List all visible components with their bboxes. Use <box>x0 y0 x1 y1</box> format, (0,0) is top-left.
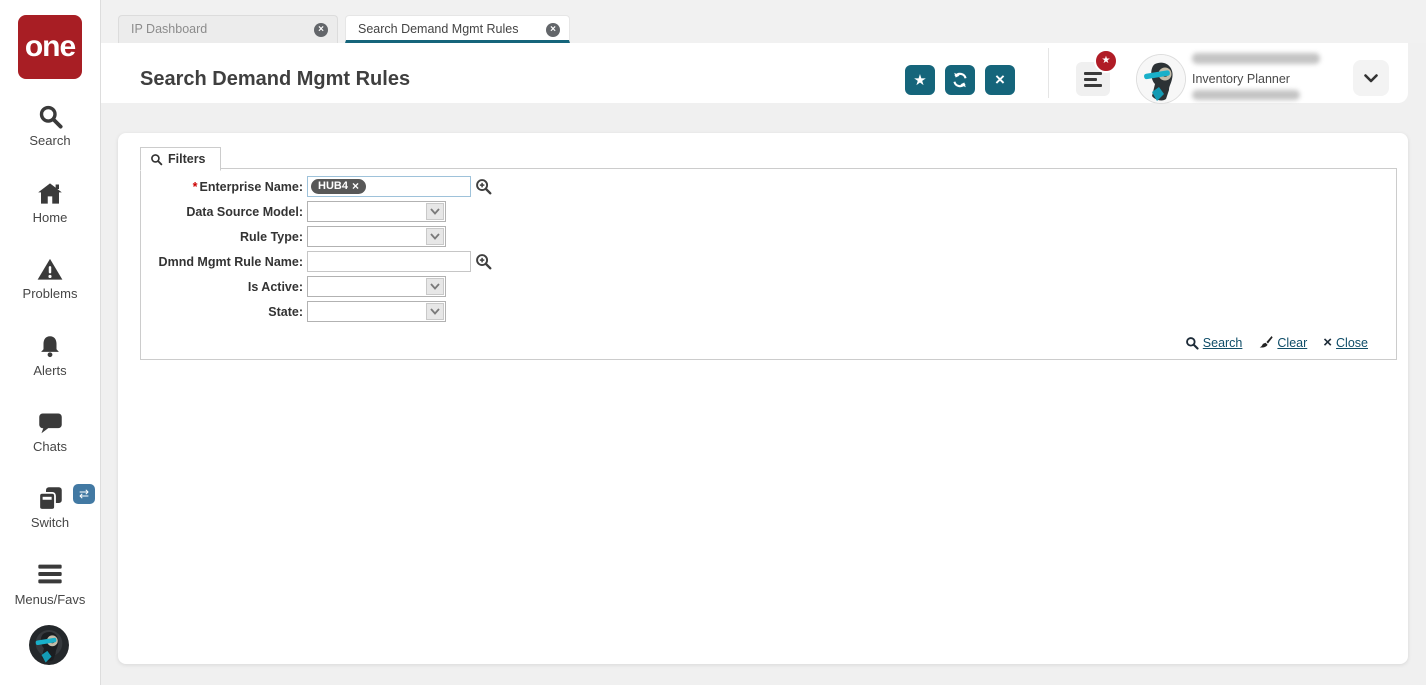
page-title: Search Demand Mgmt Rules <box>140 68 411 90</box>
field-label: Data Source Model: <box>141 205 303 219</box>
favorite-star-badge[interactable]: ★ <box>1094 49 1118 73</box>
sidebar-item-switch[interactable]: Switch ⇄ <box>0 484 100 530</box>
clear-link-label: Clear <box>1277 335 1308 350</box>
sidebar-item-problems[interactable]: Problems <box>0 256 100 301</box>
data-source-model-select[interactable] <box>307 201 446 222</box>
user-name-redacted <box>1192 53 1320 64</box>
field-label-text: Enterprise Name: <box>199 179 303 194</box>
rule-name-lookup-icon[interactable] <box>475 253 492 270</box>
header-divider <box>1048 48 1049 98</box>
field-label: Dmnd Mgmt Rule Name: <box>141 255 303 269</box>
chevron-down-icon <box>426 303 444 320</box>
close-link-label: Close <box>1336 335 1368 350</box>
sidebar-item-label: Problems <box>22 286 78 301</box>
filters-fieldset: * Enterprise Name: HUB4 × Data Source Mod… <box>140 168 1397 360</box>
close-link[interactable]: × Close <box>1323 334 1368 351</box>
sidebar-item-label: Chats <box>33 439 67 454</box>
home-icon <box>0 180 100 208</box>
state-select[interactable] <box>307 301 446 322</box>
filter-row-state: State: <box>141 301 1396 322</box>
filter-actions: Search Clear × Close <box>1185 334 1368 351</box>
required-marker: * <box>192 179 198 194</box>
filters-tab[interactable]: Filters <box>140 147 221 171</box>
bell-icon <box>0 333 100 361</box>
filter-row-is-active: Is Active: <box>141 276 1396 297</box>
rule-type-select[interactable] <box>307 226 446 247</box>
dmnd-mgmt-rule-name-input[interactable] <box>307 251 471 272</box>
sidebar-item-label: Switch <box>30 515 70 530</box>
tab-close-icon[interactable]: × <box>546 23 560 37</box>
field-label-text: Data Source Model: <box>186 204 303 219</box>
search-icon <box>0 103 100 131</box>
sidebar-bottom-avatar[interactable] <box>29 625 69 665</box>
hamburger-menu-icon <box>0 562 100 590</box>
sidebar-item-label: Menus/Favs <box>14 592 86 607</box>
page-header: Search Demand Mgmt Rules ★ × ★ Inventory… <box>100 43 1408 103</box>
field-label-text: Dmnd Mgmt Rule Name: <box>158 254 303 269</box>
workspace-tab-bar: IP Dashboard × Search Demand Mgmt Rules … <box>100 0 1426 43</box>
tab-label: IP Dashboard <box>131 22 208 36</box>
close-icon: × <box>1323 334 1333 351</box>
user-org-redacted <box>1192 90 1300 100</box>
refresh-icon <box>951 71 969 89</box>
content-panel: Filters * Enterprise Name: HUB4 × Data So… <box>118 133 1408 664</box>
logo-text: one <box>24 30 76 63</box>
sidebar-item-chats[interactable]: Chats <box>0 409 100 454</box>
tab-search-demand-mgmt-rules[interactable]: Search Demand Mgmt Rules × <box>345 15 570 43</box>
tab-label: Search Demand Mgmt Rules <box>358 22 519 36</box>
filter-row-data-source-model: Data Source Model: <box>141 201 1396 222</box>
field-label: Is Active: <box>141 280 303 294</box>
close-page-button[interactable]: × <box>985 65 1015 95</box>
sidebar-item-home[interactable]: Home <box>0 180 100 225</box>
chip-text: HUB4 <box>318 180 348 192</box>
is-active-select[interactable] <box>307 276 446 297</box>
search-link[interactable]: Search <box>1185 335 1243 350</box>
favorite-button[interactable]: ★ <box>905 65 935 95</box>
sidebar-item-menus-favs[interactable]: Menus/Favs <box>0 562 100 607</box>
tab-close-icon[interactable]: × <box>314 23 328 37</box>
chevron-down-icon <box>426 228 444 245</box>
tab-ip-dashboard[interactable]: IP Dashboard × <box>118 15 338 43</box>
user-avatar[interactable] <box>1137 55 1185 103</box>
search-icon <box>1185 336 1199 350</box>
clear-link[interactable]: Clear <box>1258 335 1307 350</box>
user-menu-chevron-button[interactable] <box>1353 60 1389 96</box>
enterprise-lookup-icon[interactable] <box>475 178 492 195</box>
sidebar-item-label: Alerts <box>33 363 67 378</box>
chip-remove-icon[interactable]: × <box>352 180 359 192</box>
chat-bubble-icon <box>0 409 100 437</box>
sidebar-item-label: Home <box>32 210 68 225</box>
switch-swap-badge-icon[interactable]: ⇄ <box>73 484 95 504</box>
filters-tab-label: Filters <box>168 152 206 166</box>
one-network-logo[interactable]: one <box>18 15 82 79</box>
user-role: Inventory Planner <box>1192 72 1290 86</box>
filter-row-enterprise-name: * Enterprise Name: HUB4 × <box>141 176 1396 197</box>
chevron-down-icon <box>426 278 444 295</box>
close-icon: × <box>995 70 1005 89</box>
chevron-down-icon <box>426 203 444 220</box>
sidebar: one Search Home Problems Alerts Chats Sw… <box>0 0 101 685</box>
field-label-text: State: <box>268 304 303 319</box>
filters-search-icon <box>150 153 163 166</box>
warning-icon <box>0 256 100 284</box>
enterprise-name-input[interactable]: HUB4 × <box>307 176 471 197</box>
filter-row-rule-type: Rule Type: <box>141 226 1396 247</box>
filter-row-dmnd-mgmt-rule-name: Dmnd Mgmt Rule Name: <box>141 251 1396 272</box>
sidebar-item-label: Search <box>29 133 71 148</box>
sidebar-item-search[interactable]: Search <box>0 103 100 148</box>
field-label: State: <box>141 305 303 319</box>
refresh-button[interactable] <box>945 65 975 95</box>
search-link-label: Search <box>1202 335 1243 350</box>
field-label-text: Is Active: <box>247 279 303 294</box>
chevron-down-icon <box>1364 73 1378 83</box>
field-label: Rule Type: <box>141 230 303 244</box>
field-label-text: Rule Type: <box>240 229 303 244</box>
star-icon: ★ <box>913 72 927 89</box>
clear-brush-icon <box>1258 335 1274 350</box>
badge-star-icon: ★ <box>1101 55 1111 66</box>
enterprise-name-chip: HUB4 × <box>311 179 366 194</box>
sidebar-item-alerts[interactable]: Alerts <box>0 333 100 378</box>
field-label: * Enterprise Name: <box>141 180 303 194</box>
